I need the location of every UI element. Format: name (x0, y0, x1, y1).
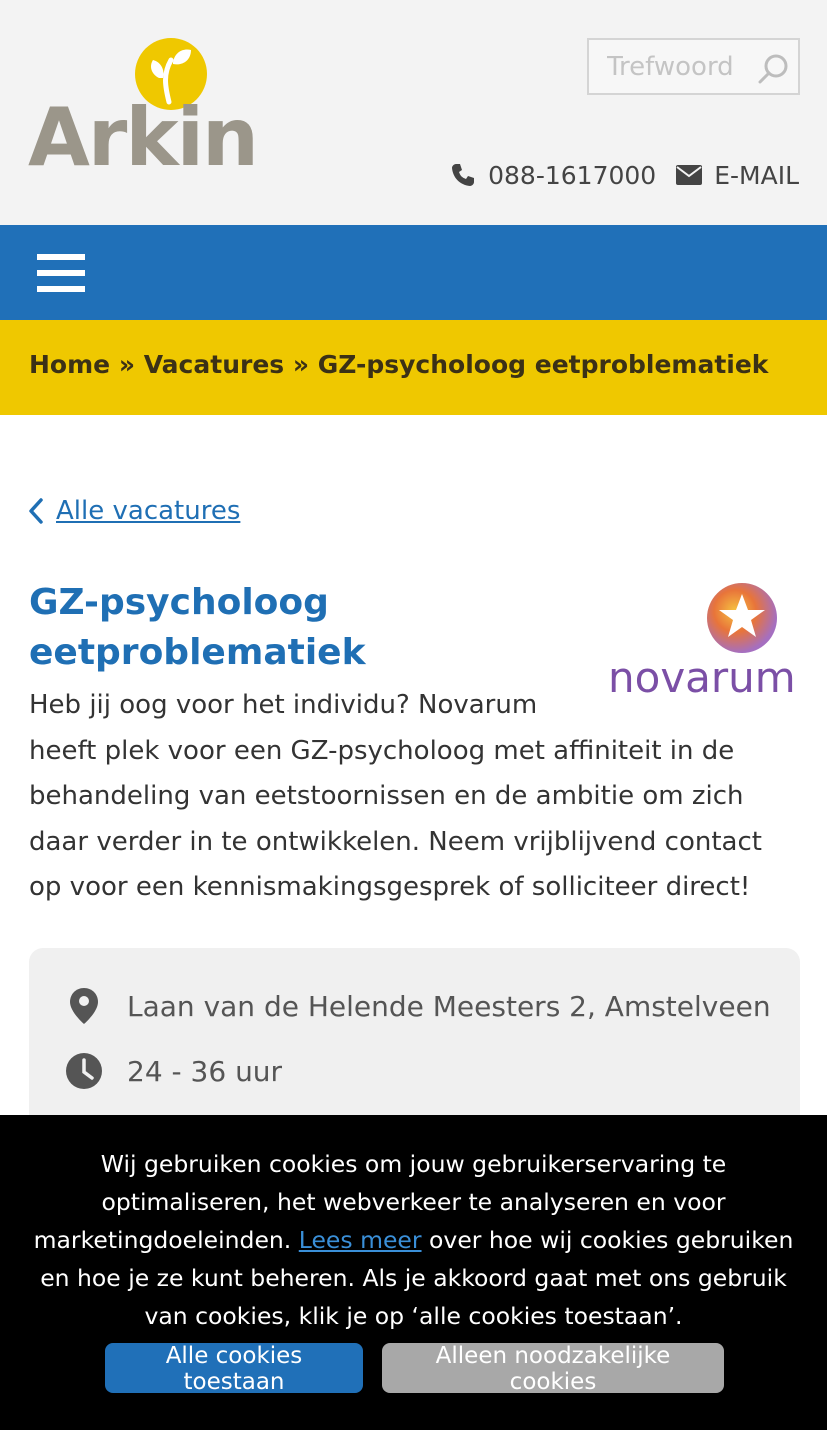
envelope-icon (676, 165, 703, 185)
back-to-vacancies[interactable]: Alle vacatures (28, 496, 240, 526)
map-pin-icon (70, 988, 98, 1024)
email-label: E-MAIL (714, 160, 799, 190)
breadcrumb-separator: » (292, 350, 310, 379)
breadcrumb-home[interactable]: Home (29, 350, 110, 379)
breadcrumb-bar: Home » Vacatures » GZ-psycholoog eetprob… (0, 320, 827, 415)
accept-all-cookies-button[interactable]: Alle cookies toestaan (105, 1343, 363, 1395)
hours-row: 24 - 36 uur (65, 1052, 282, 1090)
novarum-logo: novarum (608, 582, 800, 702)
breadcrumb: Home » Vacatures » GZ-psycholoog eetprob… (29, 350, 768, 379)
novarum-star-icon: novarum (608, 583, 796, 702)
cookie-banner: Wij gebruiken cookies om jouw gebruikers… (0, 1115, 827, 1430)
main-navbar (0, 225, 827, 320)
job-intro: Heb jij oog voor het individu? Novarum h… (29, 683, 799, 911)
logo-wordmark: Arkin (28, 91, 259, 184)
back-link-label[interactable]: Alle vacatures (56, 496, 240, 526)
breadcrumb-vacatures[interactable]: Vacatures (144, 350, 284, 379)
menu-icon[interactable] (37, 254, 85, 292)
arkin-logo[interactable]: Arkin (28, 36, 259, 178)
location-text: Laan van de Helende Meesters 2, Amstelve… (127, 989, 771, 1023)
clock-icon (66, 1053, 102, 1089)
breadcrumb-separator: » (118, 350, 135, 379)
job-title: GZ-psycholoog eetproblematiek (29, 582, 366, 673)
phone-number: 088-1617000 (488, 160, 657, 190)
breadcrumb-current: GZ-psycholoog eetproblematiek (317, 350, 769, 379)
hours-text: 24 - 36 uur (127, 1054, 283, 1088)
search-icon[interactable] (756, 52, 790, 86)
necessary-cookies-button[interactable]: Alleen noodzakelijke cookies (382, 1343, 724, 1395)
cookie-read-more-link[interactable]: Lees meer (299, 1226, 422, 1254)
search-box (587, 38, 800, 95)
location-row: Laan van de Helende Meesters 2, Amstelve… (65, 986, 771, 1026)
search-input[interactable] (607, 50, 757, 84)
chevron-left-icon (29, 498, 43, 524)
phone-icon (452, 164, 475, 186)
contact-links: 088-1617000 E-MAIL (450, 158, 799, 192)
cookie-text: Wij gebruiken cookies om jouw gebruikers… (16, 1145, 811, 1335)
site-header: Arkin 088-1617000 E-MAIL (0, 0, 827, 225)
email-link[interactable]: E-MAIL (676, 161, 799, 190)
phone-link[interactable]: 088-1617000 (450, 161, 656, 190)
